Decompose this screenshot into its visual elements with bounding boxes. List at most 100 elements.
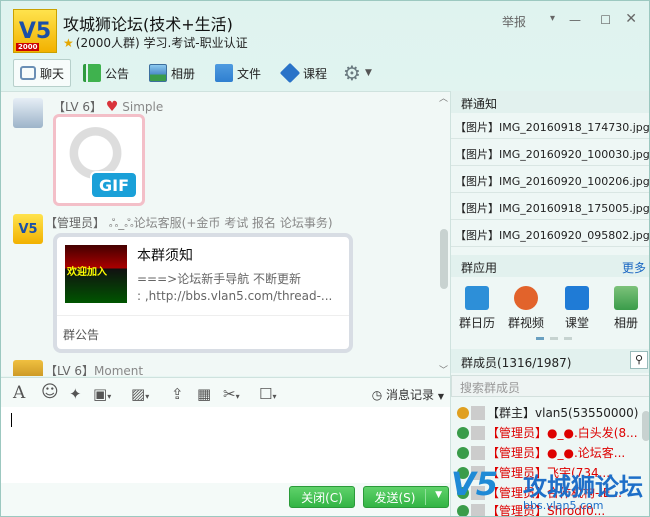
- sender-level: 【LV 6】: [53, 100, 103, 114]
- group-subtitle-text: (2000人群) 学习.考试-职业认证: [75, 36, 248, 50]
- message-scrollbar[interactable]: ︿ ﹀: [438, 91, 450, 376]
- magic-wand-icon[interactable]: ✦: [69, 385, 82, 403]
- sender-name[interactable]: Simple: [122, 100, 163, 114]
- app-video[interactable]: 群视频: [506, 286, 546, 331]
- send-button-label: 发送(S): [374, 490, 416, 505]
- chat-icon: [20, 66, 36, 80]
- gift-icon[interactable]: ▣▾: [93, 385, 111, 403]
- member-role: 【管理员】: [487, 446, 548, 460]
- tab-chat-label: 聊天: [40, 66, 65, 81]
- card-link[interactable]: : ,http://bbs.vlan5.com/thread-...: [137, 289, 349, 303]
- tab-files[interactable]: 文件: [215, 59, 261, 87]
- card-thumbnail: 欢迎加入: [65, 245, 127, 303]
- avatar: [471, 446, 485, 460]
- close-window-button[interactable]: ✕: [625, 11, 637, 27]
- message-list[interactable]: 【LV 6】 ♥ Simple GIF V5 【管理员】 ஃ_ஃ论坛客服(+金币…: [1, 91, 450, 376]
- member-name: ●_●.论坛客...: [547, 446, 626, 460]
- members-count: 群成员(1316/1987): [461, 356, 572, 370]
- tab-settings[interactable]: ⚙ ▼: [343, 59, 372, 87]
- notice-file-item[interactable]: 【图片】IMG_20160918_175005.jpg: [451, 194, 649, 220]
- close-button[interactable]: 关闭(C): [289, 486, 355, 508]
- avatar: [471, 426, 485, 440]
- folder-icon: [215, 64, 233, 82]
- group-logo[interactable]: V5 2000: [13, 9, 57, 53]
- upload-icon[interactable]: ⇪: [171, 385, 184, 403]
- star-icon: ★: [63, 36, 74, 50]
- avatar[interactable]: [13, 360, 43, 376]
- announcement-flag-icon: [83, 64, 101, 82]
- avatar[interactable]: V5: [13, 214, 43, 244]
- group-title: 攻城狮论坛(技术+生活): [63, 15, 233, 34]
- card-title: 本群须知: [137, 248, 193, 264]
- shake-icon[interactable]: ☐▾: [259, 385, 276, 403]
- app-photo[interactable]: 相册: [606, 286, 646, 331]
- admin-icon: [457, 427, 469, 439]
- sender-level: 【管理员】: [45, 216, 106, 230]
- apps-more-link[interactable]: 更多: [622, 259, 646, 276]
- scroll-down-icon[interactable]: ﹀: [439, 363, 448, 376]
- scissors-icon[interactable]: ✂▾: [223, 385, 240, 403]
- present-icon[interactable]: ▦: [197, 385, 211, 403]
- tab-course[interactable]: 课程: [279, 59, 328, 87]
- chat-window: V5 2000 攻城狮论坛(技术+生活) ★ (2000人群) 学习.考试-职业认…: [0, 0, 650, 517]
- tab-announcement-label: 公告: [105, 66, 130, 81]
- avatar[interactable]: [13, 98, 43, 128]
- send-options-dropdown-icon[interactable]: ▼: [435, 490, 442, 500]
- gif-message[interactable]: GIF: [53, 114, 145, 206]
- search-icon[interactable]: ⚲: [630, 351, 648, 369]
- maximize-button[interactable]: ☐: [600, 13, 611, 27]
- course-play-icon: [279, 62, 301, 84]
- member-role: 【管理员】: [487, 426, 548, 440]
- window-header: V5 2000 攻城狮论坛(技术+生活) ★ (2000人群) 学习.考试-职业认…: [1, 1, 649, 57]
- app-photo-label: 相册: [613, 316, 638, 330]
- group-subtitle: ★ (2000人群) 学习.考试-职业认证: [63, 34, 248, 51]
- font-icon[interactable]: A: [13, 383, 25, 403]
- tab-bar: 聊天 公告 相册 文件 课程 ⚙ ▼: [1, 57, 649, 91]
- app-calendar[interactable]: 群日历: [457, 286, 497, 331]
- apps-pager-dots[interactable]: [536, 337, 572, 340]
- report-button[interactable]: 举报: [502, 13, 526, 30]
- app-classroom[interactable]: 课堂: [557, 286, 597, 331]
- member-role: 【群主】: [487, 406, 536, 420]
- menu-dropdown-icon[interactable]: ▾: [550, 13, 555, 24]
- member-item[interactable]: 【管理员】●_●.白头发(8...: [451, 421, 641, 441]
- tab-announcement[interactable]: 公告: [83, 59, 129, 87]
- image-icon[interactable]: ▨▾: [131, 385, 149, 403]
- member-item[interactable]: 【群主】vlan5(53550000): [451, 401, 641, 421]
- message-sender: 【管理员】 ஃ_ஃ论坛客服(+金币 考试 报名 论坛事务): [45, 214, 333, 232]
- sender-name[interactable]: Moment: [94, 364, 143, 376]
- app-video-label: 群视频: [507, 316, 544, 330]
- album-image-icon: [149, 64, 167, 82]
- emoji-icon[interactable]: ☺: [41, 382, 59, 402]
- message-history-label: 消息记录: [386, 388, 435, 402]
- send-button[interactable]: 发送(S) ▼: [363, 486, 449, 508]
- announcement-card[interactable]: 欢迎加入 本群须知 ===>论坛新手导航 不断更新 : ,http://bbs.…: [53, 233, 353, 353]
- watermark-url: bbs.vlan5.com: [523, 499, 604, 512]
- message-sender: 【LV 6】 ♥ Simple: [53, 98, 163, 115]
- scroll-up-icon[interactable]: ︿: [439, 91, 448, 104]
- notice-file-item[interactable]: 【图片】IMG_20160920_100206.jpg: [451, 167, 649, 193]
- member-item[interactable]: 【管理员】●_●.论坛客...: [451, 441, 641, 461]
- notice-file-item[interactable]: 【图片】IMG_20160918_174730.jpg: [451, 113, 649, 139]
- minimize-button[interactable]: —: [569, 13, 581, 27]
- heart-icon: ♥: [105, 99, 119, 115]
- apps-header-label: 群应用: [461, 261, 498, 275]
- members-scroll-thumb[interactable]: [642, 411, 649, 441]
- tab-chat[interactable]: 聊天: [13, 59, 72, 87]
- tab-course-label: 课程: [303, 66, 328, 81]
- member-name: ●_●.白头发(8...: [547, 426, 638, 440]
- notice-file-item[interactable]: 【图片】IMG_20160920_100030.jpg: [451, 140, 649, 166]
- group-logo-text: V5: [18, 18, 52, 44]
- send-bar: 关闭(C) 发送(S) ▼: [1, 483, 450, 516]
- tab-files-label: 文件: [237, 66, 262, 81]
- message-input[interactable]: [1, 407, 450, 483]
- text-caret: [11, 413, 12, 427]
- message-history-button[interactable]: ◷ 消息记录 ▼: [372, 386, 444, 403]
- tab-album[interactable]: 相册: [149, 59, 195, 87]
- members-search-input[interactable]: 搜索群成员: [451, 375, 649, 397]
- notice-file-item[interactable]: 【图片】IMG_20160920_095802.jpg: [451, 221, 649, 247]
- owner-icon: [457, 407, 469, 419]
- calendar-icon: [465, 286, 489, 310]
- scroll-thumb[interactable]: [440, 229, 448, 289]
- sender-name[interactable]: ஃ_ஃ论坛客服(+金币 考试 报名 论坛事务): [109, 216, 333, 230]
